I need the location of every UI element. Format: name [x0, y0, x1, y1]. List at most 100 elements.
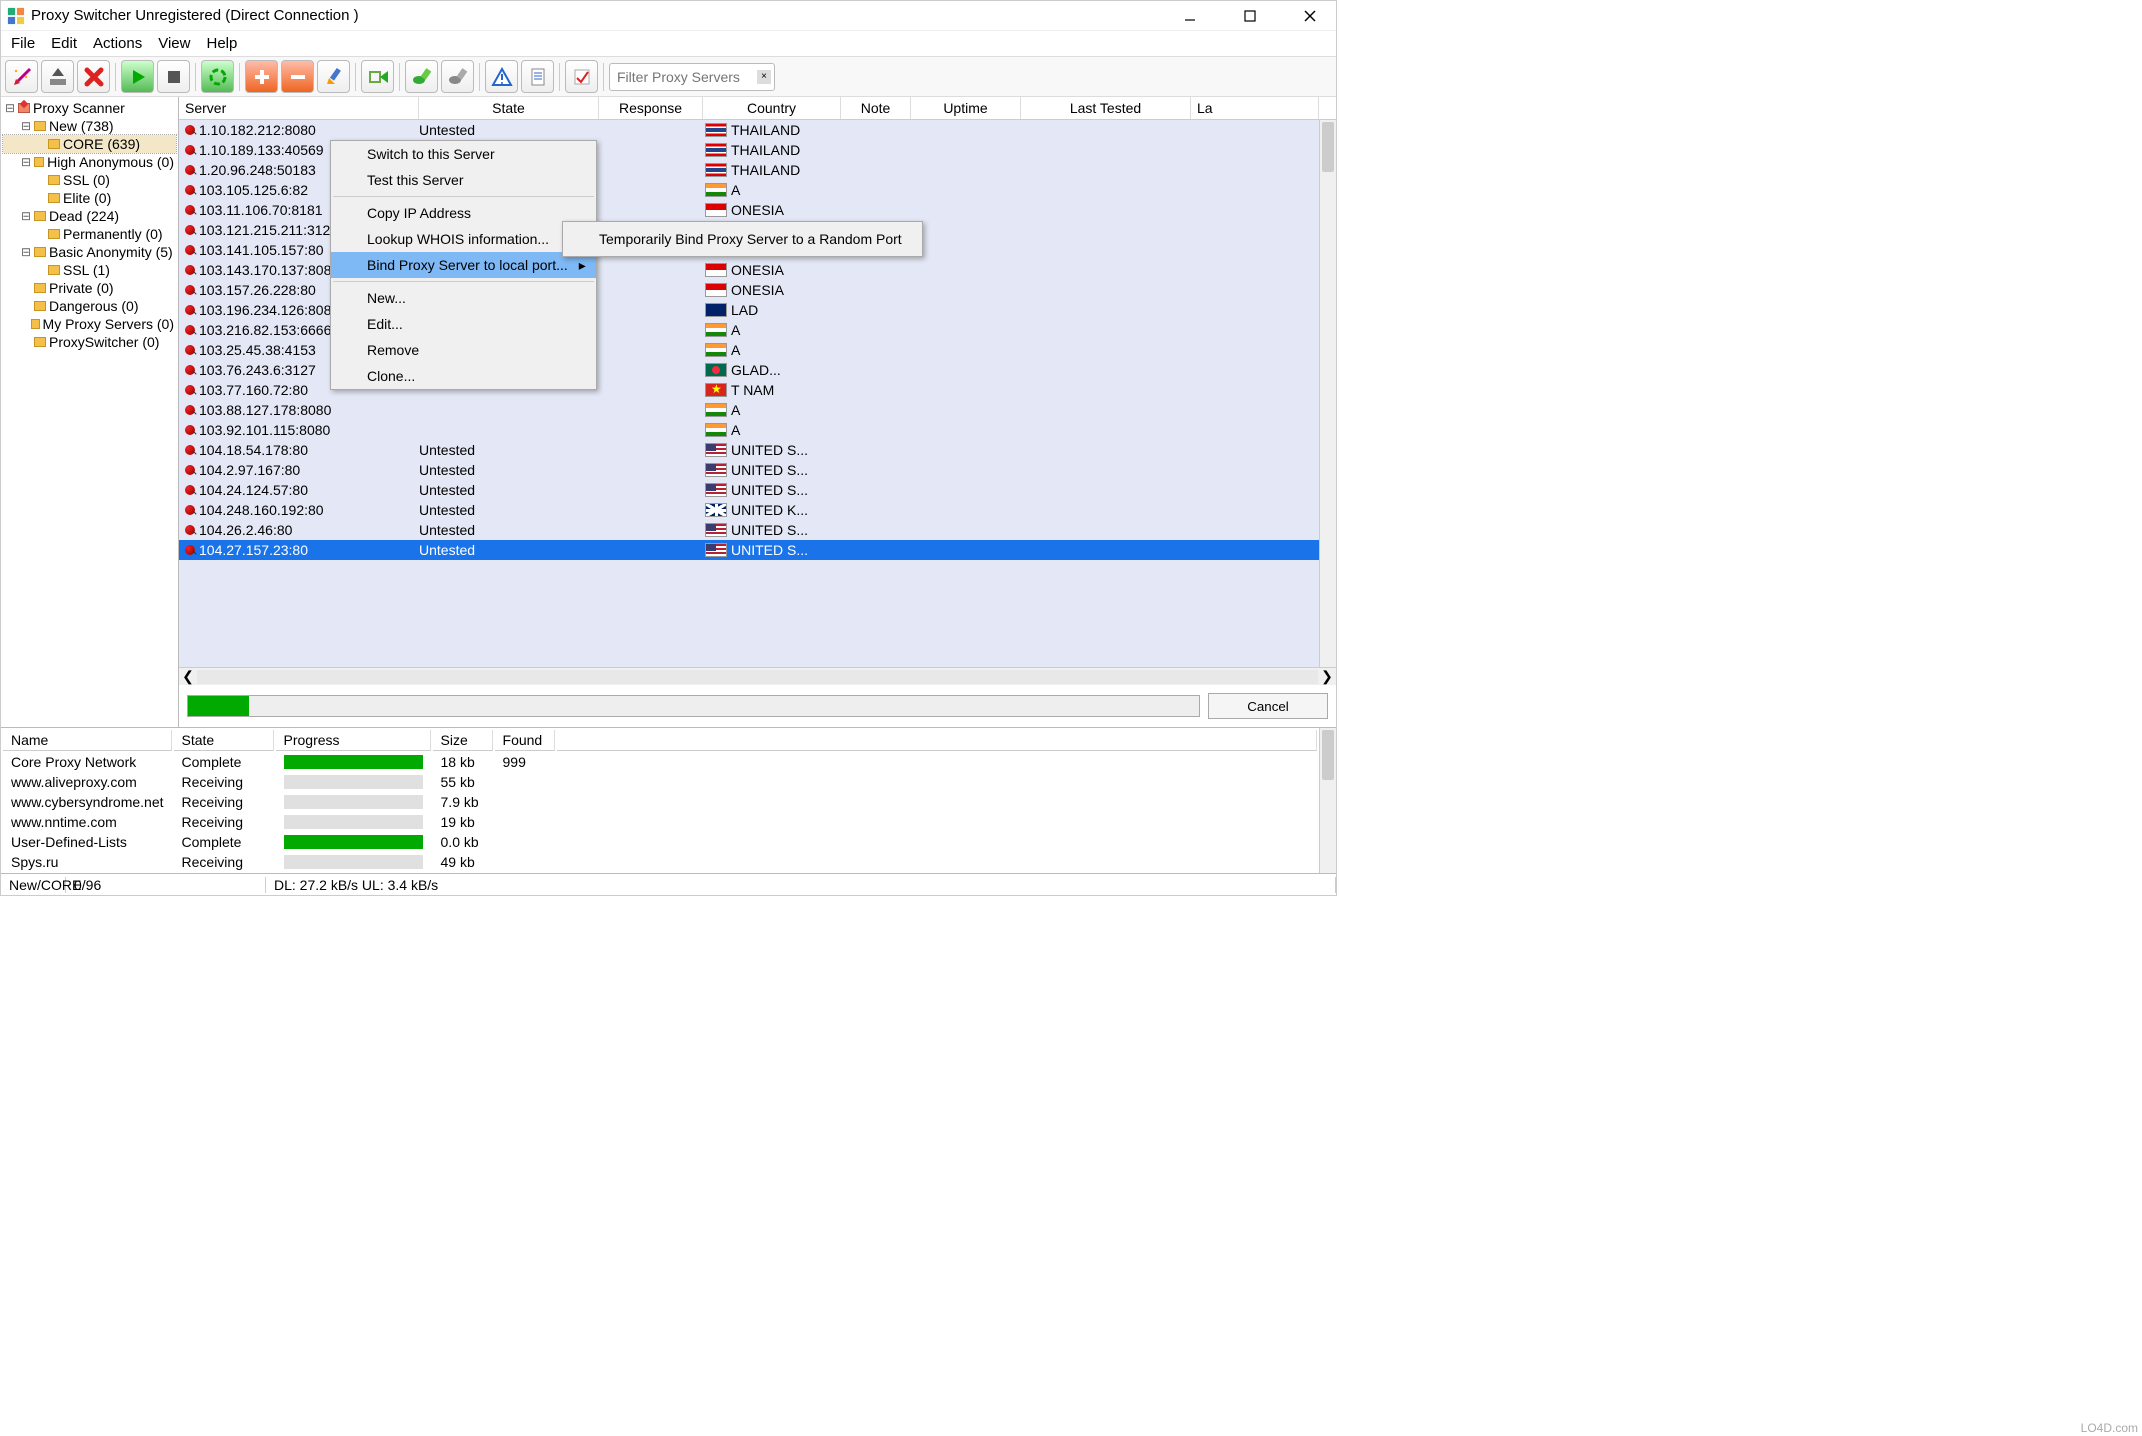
col-last-tested[interactable]: Last Tested [1021, 97, 1191, 119]
statusbar: New/CORE 0/96 DL: 27.2 kB/s UL: 3.4 kB/s… [1, 873, 1336, 895]
nl-col-size[interactable]: Size [433, 730, 493, 751]
maximize-button[interactable] [1230, 4, 1270, 28]
netlog-row[interactable]: Core Proxy NetworkComplete 18 kb999 [3, 753, 1317, 771]
filter-clear-icon[interactable]: × [757, 70, 771, 84]
play-button[interactable] [121, 60, 154, 93]
table-row[interactable]: 104.2.97.167:80 Untested UNITED S... [179, 460, 1319, 480]
add-button[interactable] [245, 60, 278, 93]
filter-input[interactable] [613, 67, 753, 87]
status-path: New/CORE [1, 877, 66, 893]
wand-button[interactable] [5, 60, 38, 93]
check-button[interactable] [565, 60, 598, 93]
context-menu-item[interactable]: Edit... [331, 311, 596, 337]
scroll-left-icon[interactable]: ❮ [179, 668, 197, 685]
flag-icon [705, 483, 727, 497]
table-row[interactable]: 103.88.127.178:8080 A [179, 400, 1319, 420]
flag-icon [705, 543, 727, 557]
table-row[interactable]: 1.10.182.212:8080 Untested THAILAND [179, 120, 1319, 140]
edit-button[interactable] [317, 60, 350, 93]
table-row[interactable]: 104.27.157.23:80 Untested UNITED S... [179, 540, 1319, 560]
switch-button[interactable] [361, 60, 394, 93]
netlog-vscrollbar[interactable] [1319, 728, 1336, 873]
menu-view[interactable]: View [152, 33, 196, 54]
close-x-button[interactable] [77, 60, 110, 93]
tree-node[interactable]: Permanently (0) [3, 225, 176, 243]
flag-icon [705, 363, 727, 377]
grid-vscrollbar[interactable] [1319, 120, 1336, 667]
flag-icon [705, 323, 727, 337]
col-uptime[interactable]: Uptime [911, 97, 1021, 119]
tree-node[interactable]: My Proxy Servers (0) [3, 315, 176, 333]
col-country[interactable]: Country [703, 97, 841, 119]
rescan-button[interactable] [201, 60, 234, 93]
menu-help[interactable]: Help [200, 33, 243, 54]
table-row[interactable]: 104.26.2.46:80 Untested UNITED S... [179, 520, 1319, 540]
tree-node[interactable]: Dangerous (0) [3, 297, 176, 315]
menu-file[interactable]: File [5, 33, 41, 54]
tree-node[interactable]: Elite (0) [3, 189, 176, 207]
netlog-row[interactable]: www.nntime.comReceiving 19 kb [3, 813, 1317, 831]
flag-icon [705, 423, 727, 437]
menu-edit[interactable]: Edit [45, 33, 83, 54]
tree-node[interactable]: ProxySwitcher (0) [3, 333, 176, 351]
minimize-button[interactable] [1170, 4, 1210, 28]
col-note[interactable]: Note [841, 97, 911, 119]
table-row[interactable]: 104.18.54.178:80 Untested UNITED S... [179, 440, 1319, 460]
nl-col-found[interactable]: Found [495, 730, 555, 751]
netlog-row[interactable]: Spys.ruReceiving 49 kb [3, 853, 1317, 871]
context-menu-item[interactable]: New... [331, 285, 596, 311]
nl-col-name[interactable]: Name [3, 730, 172, 751]
scroll-right-icon[interactable]: ❯ [1318, 668, 1336, 685]
pin-icon [185, 385, 195, 395]
tree-node[interactable]: SSL (1) [3, 261, 176, 279]
titlebar: Proxy Switcher Unregistered (Direct Conn… [1, 1, 1336, 31]
context-menu-item[interactable]: Lookup WHOIS information... [331, 226, 596, 252]
nl-col-state[interactable]: State [174, 730, 274, 751]
remove-button[interactable] [281, 60, 314, 93]
flag-icon [705, 283, 727, 297]
warning-button[interactable] [485, 60, 518, 93]
submenu-item[interactable]: Temporarily Bind Proxy Server to a Rando… [563, 226, 922, 252]
grid-hscrollbar[interactable]: ❮ ❯ [179, 667, 1336, 685]
col-response[interactable]: Response [599, 97, 703, 119]
tree-node[interactable]: ⊟Basic Anonymity (5) [3, 243, 176, 261]
tree-node[interactable]: SSL (0) [3, 171, 176, 189]
app-icon [7, 7, 25, 25]
cancel-button[interactable]: Cancel [1208, 693, 1328, 719]
menu-actions[interactable]: Actions [87, 33, 148, 54]
table-row[interactable]: 103.92.101.115:8080 A [179, 420, 1319, 440]
plug-green-button[interactable] [405, 60, 438, 93]
plug-grey-button[interactable] [441, 60, 474, 93]
context-menu-item[interactable]: Switch to this Server [331, 141, 596, 167]
flag-icon [705, 383, 727, 397]
table-row[interactable]: 104.24.124.57:80 Untested UNITED S... [179, 480, 1319, 500]
tree-node[interactable]: CORE (639) [3, 135, 176, 153]
flag-icon [705, 303, 727, 317]
stop-button[interactable] [157, 60, 190, 93]
context-menu-item[interactable]: Bind Proxy Server to local port...▸ [331, 252, 596, 278]
netlog-row[interactable]: User-Defined-ListsComplete 0.0 kb [3, 833, 1317, 851]
tree-root[interactable]: ⊟Proxy Scanner [3, 99, 176, 117]
tree-node[interactable]: ⊟New (738) [3, 117, 176, 135]
context-submenu: Temporarily Bind Proxy Server to a Rando… [562, 221, 923, 257]
context-menu-item[interactable]: Test this Server [331, 167, 596, 193]
col-state[interactable]: State [419, 97, 599, 119]
close-button[interactable] [1290, 4, 1330, 28]
tree-node[interactable]: ⊟Dead (224) [3, 207, 176, 225]
flag-icon [705, 163, 727, 177]
tree-node[interactable]: Private (0) [3, 279, 176, 297]
nl-col-progress[interactable]: Progress [276, 730, 431, 751]
context-menu-item[interactable]: Clone... [331, 363, 596, 389]
context-menu-item[interactable]: Remove [331, 337, 596, 363]
tree-node[interactable]: ⊟High Anonymous (0) [3, 153, 176, 171]
context-menu-item[interactable]: Copy IP Address [331, 200, 596, 226]
doc-button[interactable] [521, 60, 554, 93]
col-la[interactable]: La [1191, 97, 1319, 119]
flag-icon [705, 263, 727, 277]
context-menu: Switch to this ServerTest this Server Cop… [330, 140, 597, 390]
download-button[interactable] [41, 60, 74, 93]
netlog-row[interactable]: www.cybersyndrome.netReceiving 7.9 kb [3, 793, 1317, 811]
netlog-row[interactable]: www.aliveproxy.comReceiving 55 kb [3, 773, 1317, 791]
col-server[interactable]: Server [179, 97, 419, 119]
table-row[interactable]: 104.248.160.192:80 Untested UNITED K... [179, 500, 1319, 520]
